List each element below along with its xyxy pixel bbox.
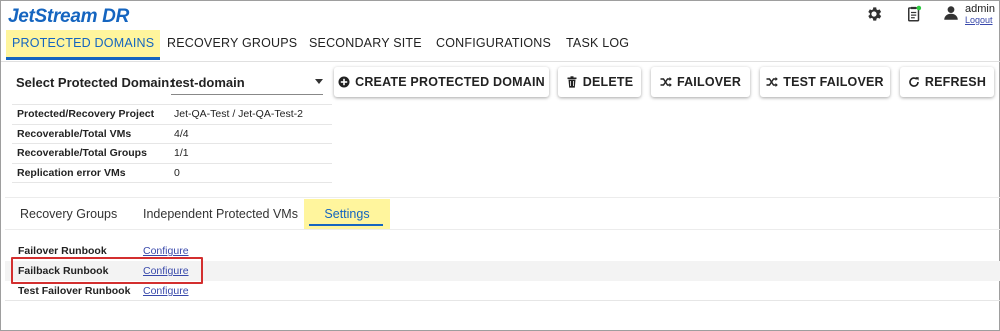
tab-recovery-groups[interactable]: Recovery Groups: [15, 199, 122, 229]
chevron-down-icon: [315, 79, 323, 84]
failover-button[interactable]: FAILOVER: [651, 67, 750, 97]
configure-failover-runbook-link[interactable]: Configure: [143, 245, 189, 257]
domain-select[interactable]: test-domain: [171, 69, 323, 95]
plus-circle-icon: [338, 76, 350, 88]
shuffle-icon: [766, 77, 779, 87]
nav-tab-secondary-site[interactable]: SECONDARY SITE: [303, 30, 428, 60]
summary-value: Jet-QA-Test / Jet-QA-Test-2: [169, 104, 332, 124]
table-row: Protected/Recovery Project Jet-QA-Test /…: [12, 104, 332, 124]
refresh-icon: [909, 77, 919, 87]
runbook-label: Failover Runbook: [18, 245, 107, 257]
nav-tab-task-log[interactable]: TASK LOG: [560, 30, 635, 60]
test-failover-button-label: TEST FAILOVER: [783, 75, 884, 89]
nav-tab-protected-domains[interactable]: PROTECTED DOMAINS: [6, 30, 161, 60]
refresh-button-label: REFRESH: [924, 75, 987, 89]
summary-value: 4/4: [169, 123, 332, 144]
delete-button-label: DELETE: [582, 75, 634, 89]
domain-select-label: Select Protected Domain:: [16, 75, 174, 90]
subtabs-bottom-divider: [5, 229, 1000, 230]
nav-tab-recovery-groups[interactable]: RECOVERY GROUPS: [161, 30, 303, 60]
active-tab-indicator: [309, 224, 383, 226]
test-failover-button[interactable]: TEST FAILOVER: [760, 67, 890, 97]
table-row: Recoverable/Total Groups 1/1: [12, 143, 332, 163]
delete-button[interactable]: DELETE: [558, 67, 641, 97]
app-logo: JetStream DR: [8, 6, 130, 27]
domain-summary-table: Protected/Recovery Project Jet-QA-Test /…: [12, 104, 332, 183]
callout-highlight-box: [11, 257, 203, 284]
create-button-label: CREATE PROTECTED DOMAIN: [355, 75, 545, 89]
logout-link[interactable]: Logout: [965, 15, 993, 25]
nav-divider: [1, 61, 1000, 62]
list-item: Test Failover Runbook Configure: [5, 281, 1000, 301]
gear-icon[interactable]: [865, 5, 883, 23]
configure-test-failover-runbook-link[interactable]: Configure: [143, 285, 189, 297]
table-row: Recoverable/Total VMs 4/4: [12, 123, 332, 144]
runbooks-bottom-divider: [5, 300, 1000, 301]
failover-button-label: FAILOVER: [676, 75, 742, 89]
summary-key: Replication error VMs: [12, 162, 169, 183]
main-nav: PROTECTED DOMAINS RECOVERY GROUPS SECOND…: [1, 30, 1000, 60]
summary-key: Recoverable/Total Groups: [12, 143, 169, 163]
summary-value: 0: [169, 162, 332, 183]
shuffle-icon: [660, 77, 672, 87]
summary-key: Protected/Recovery Project: [12, 104, 169, 124]
domain-select-value: test-domain: [171, 75, 245, 90]
subtabs-top-divider: [5, 197, 1000, 198]
refresh-button[interactable]: REFRESH: [900, 67, 994, 97]
app-frame: JetStream DR admin Logout PROTECTED DOMA…: [0, 0, 1000, 331]
create-protected-domain-button[interactable]: CREATE PROTECTED DOMAIN: [334, 67, 549, 97]
user-icon[interactable]: [942, 4, 960, 22]
username: admin: [965, 3, 995, 15]
runbook-label: Test Failover Runbook: [18, 285, 131, 297]
table-row: Replication error VMs 0: [12, 162, 332, 183]
summary-key: Recoverable/Total VMs: [12, 123, 169, 144]
nav-tab-configurations[interactable]: CONFIGURATIONS: [430, 30, 557, 60]
trash-icon: [567, 76, 577, 88]
task-clipboard-icon[interactable]: [905, 5, 923, 23]
tab-independent-protected-vms[interactable]: Independent Protected VMs: [138, 199, 303, 229]
summary-value: 1/1: [169, 143, 332, 163]
